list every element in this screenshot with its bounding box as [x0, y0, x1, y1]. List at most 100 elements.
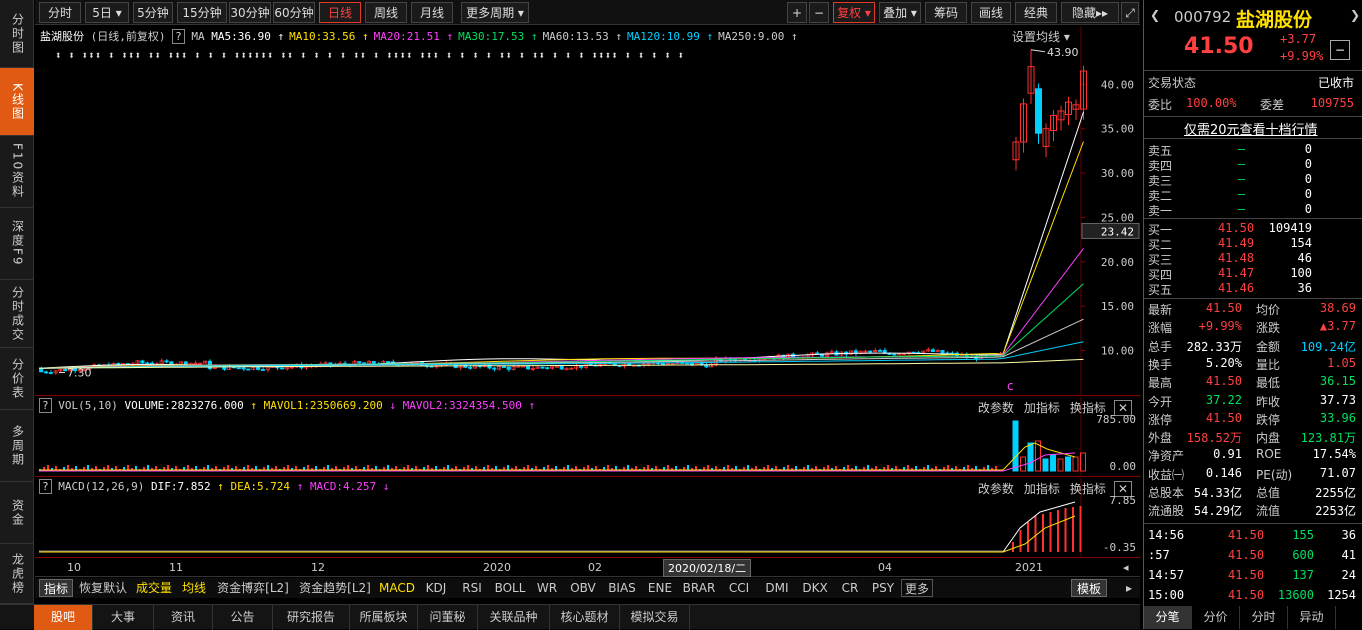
kline-chart[interactable]: 10.00 15.00 20.00 25.00 30.00 35.00 40.00 23.42…: [35, 26, 1140, 396]
indicator-tab[interactable]: BRAR: [679, 579, 719, 597]
indicator-tab[interactable]: PSY: [867, 579, 899, 597]
indicator-tab[interactable]: 成交量: [133, 579, 175, 597]
order-volume: 0: [1304, 157, 1312, 171]
x-tick: 2020: [483, 561, 511, 574]
indicator-tab[interactable]: 更多: [901, 579, 933, 597]
volume-panel[interactable]: ? VOL(5,10) VOLUME:2823276.000 ↑ MAVOL1:…: [35, 397, 1140, 477]
toolbar-right-button[interactable]: 经典: [1015, 2, 1057, 23]
toolbar-right-button[interactable]: 画线: [971, 2, 1011, 23]
toolbar-right-button[interactable]: 隐藏▸▸: [1061, 2, 1119, 23]
indicator-tab[interactable]: CCI: [721, 579, 757, 597]
period-tab[interactable]: 30分钟: [229, 2, 271, 23]
indicator-tab[interactable]: KDJ: [419, 579, 453, 597]
indicator-tab[interactable]: OBV: [565, 579, 601, 597]
macd-panel[interactable]: ? MACD(12,26,9) DIF:7.852 ↑ DEA:5.724 ↑ …: [35, 478, 1140, 558]
panel-button[interactable]: 改参数: [978, 401, 1014, 415]
help-icon[interactable]: ?: [39, 479, 52, 494]
indicator-tab[interactable]: 恢复默认: [75, 579, 131, 597]
indicator-tab[interactable]: 指标: [39, 579, 73, 597]
indicator-tab[interactable]: 资金趋势[L2]: [295, 579, 375, 597]
tick-price: 41.50: [1228, 548, 1265, 562]
x-axis: 10 11 12 2020 02 2020/02/18/二 04 2021 ◂: [35, 559, 1140, 577]
indicator-tab[interactable]: WR: [531, 579, 563, 597]
indicator-tab[interactable]: BIAS: [603, 579, 641, 597]
toolbar-right-button[interactable]: 筹码: [925, 2, 967, 23]
scroll-left-icon[interactable]: ◂: [1123, 561, 1129, 574]
toolbar-right-button[interactable]: −: [809, 2, 829, 23]
quote-tab[interactable]: 异动: [1288, 606, 1336, 629]
indicator-tab[interactable]: DKX: [797, 579, 833, 597]
period-tab[interactable]: 60分钟: [273, 2, 315, 23]
indicator-tab[interactable]: DMI: [759, 579, 795, 597]
indicator-tab[interactable]: RSI: [455, 579, 489, 597]
bottom-tab[interactable]: 所属板块: [350, 605, 418, 630]
left-nav-item[interactable]: 龙虎榜: [0, 544, 34, 604]
candle: [357, 361, 362, 364]
period-tab[interactable]: 分时: [39, 2, 81, 23]
panel-button[interactable]: 改参数: [978, 482, 1014, 496]
help-icon[interactable]: ?: [172, 29, 185, 44]
stats-row: 总股本 54.33亿 总值 2255亿: [1148, 484, 1358, 502]
bottom-tab[interactable]: 关联品种: [478, 605, 550, 630]
quote-tab[interactable]: 分时: [1240, 606, 1288, 629]
toolbar-right-button[interactable]: 叠加 ▾: [879, 2, 921, 23]
left-nav-item[interactable]: K线图: [0, 68, 34, 136]
scroll-right-icon[interactable]: ▸: [1121, 579, 1137, 597]
back-arrow-icon[interactable]: ❮: [1150, 8, 1160, 22]
panel-button[interactable]: 加指标: [1024, 401, 1060, 415]
vol-axis-bottom: 0.00: [1109, 460, 1137, 473]
quote-tab[interactable]: 分笔: [1144, 606, 1192, 629]
period-tab[interactable]: 15分钟: [177, 2, 227, 23]
bottom-tab[interactable]: 大事: [93, 605, 154, 630]
candle: [564, 368, 569, 371]
period-tab[interactable]: 月线: [411, 2, 453, 23]
stock-code: 000792: [1174, 8, 1232, 26]
indicator-tab[interactable]: 模板: [1071, 579, 1107, 597]
indicator-tab[interactable]: CR: [835, 579, 865, 597]
left-nav-item[interactable]: 分价表: [0, 348, 34, 410]
left-nav-item[interactable]: 多周期: [0, 410, 34, 482]
ma-value: MA250:9.00 ↑: [718, 30, 798, 43]
left-nav-item[interactable]: 深度F9: [0, 208, 34, 280]
period-tab[interactable]: 更多周期 ▾: [461, 2, 529, 23]
ma-label: MA: [191, 30, 205, 43]
order-label: 卖二: [1148, 189, 1173, 203]
ma-settings-button[interactable]: 设置均线 ▾: [1012, 28, 1070, 45]
macd-axis-bottom: -0.35: [1102, 541, 1136, 554]
minimize-button[interactable]: −: [1330, 40, 1350, 60]
toolbar-right-button[interactable]: +: [787, 2, 807, 23]
left-nav-item[interactable]: 分时成交: [0, 280, 34, 348]
bottom-tab[interactable]: 研究报告: [273, 605, 350, 630]
candle: [43, 371, 49, 374]
left-nav-item[interactable]: F10资料: [0, 136, 34, 208]
bottom-tab[interactable]: 资讯: [154, 605, 213, 630]
bottom-tab[interactable]: 问董秘: [418, 605, 478, 630]
fullscreen-icon[interactable]: ⤢: [1121, 2, 1139, 23]
indicator-tab[interactable]: ENE: [643, 579, 677, 597]
period-tab[interactable]: 周线: [365, 2, 407, 23]
toolbar-right-button[interactable]: 复权 ▾: [833, 2, 875, 23]
indicator-tab[interactable]: 资金博弈[L2]: [213, 579, 293, 597]
indicator-tab[interactable]: BOLL: [491, 579, 529, 597]
period-tab[interactable]: 日线: [319, 2, 361, 23]
left-nav-item[interactable]: 资金: [0, 482, 34, 544]
event-markers: ⬍ ⬍ ⬍⬍⬍ ⬍ ⬍⬍⬍ ⬍⬍ ⬍⬍⬍ ⬍ ⬍ ⬍ ⬍⬍⬍⬍⬍⬍ ⬍⬍ ⬍ ⬍…: [55, 49, 684, 62]
bottom-tab[interactable]: 核心题材: [550, 605, 620, 630]
ten-level-link[interactable]: 仅需20元查看十档行情: [1184, 119, 1318, 138]
panel-button[interactable]: 加指标: [1024, 482, 1060, 496]
left-nav-item[interactable]: 分时图: [0, 0, 34, 68]
period-tab[interactable]: 5日 ▾: [85, 2, 129, 23]
tick-count: 24: [1341, 568, 1356, 582]
quote-tab[interactable]: 分价: [1192, 606, 1240, 629]
order-volume: 0: [1304, 187, 1312, 201]
bottom-tab[interactable]: 股吧: [34, 605, 93, 630]
price-change: +3.77: [1280, 32, 1317, 46]
candle: [525, 365, 531, 370]
bottom-tab[interactable]: 模拟交易: [620, 605, 690, 630]
bottom-tab[interactable]: 公告: [213, 605, 273, 630]
period-tab[interactable]: 5分钟: [133, 2, 173, 23]
forward-arrow-icon[interactable]: ❯: [1350, 8, 1360, 22]
indicator-tab[interactable]: MACD: [377, 579, 417, 597]
help-icon[interactable]: ?: [39, 398, 52, 413]
indicator-tab[interactable]: 均线: [177, 579, 211, 597]
